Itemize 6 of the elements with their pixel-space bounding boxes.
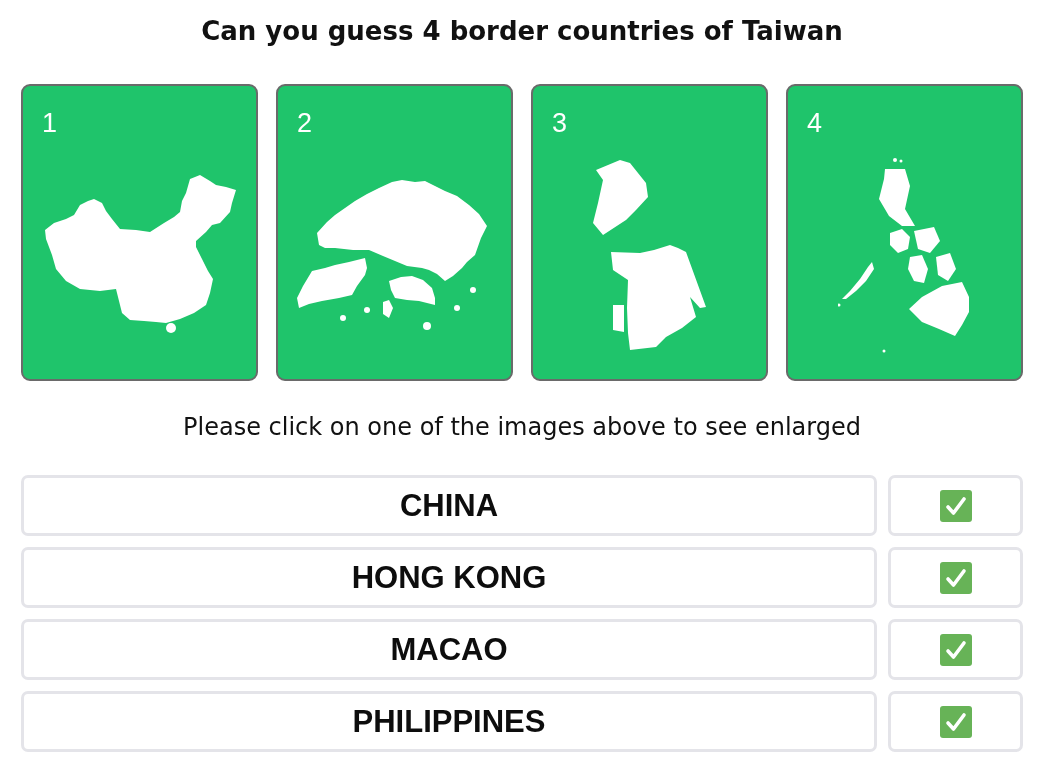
instruction-text: Please click on one of the images above to see enlarged bbox=[183, 412, 861, 443]
answer-field[interactable]: HONG KONG bbox=[21, 547, 877, 608]
quiz-title: Can you guess 4 border countries of Taiwan bbox=[201, 15, 843, 48]
answer-field[interactable]: MACAO bbox=[21, 619, 877, 680]
answer-field[interactable]: CHINA bbox=[21, 475, 877, 536]
answer-field[interactable]: PHILIPPINES bbox=[21, 691, 877, 752]
